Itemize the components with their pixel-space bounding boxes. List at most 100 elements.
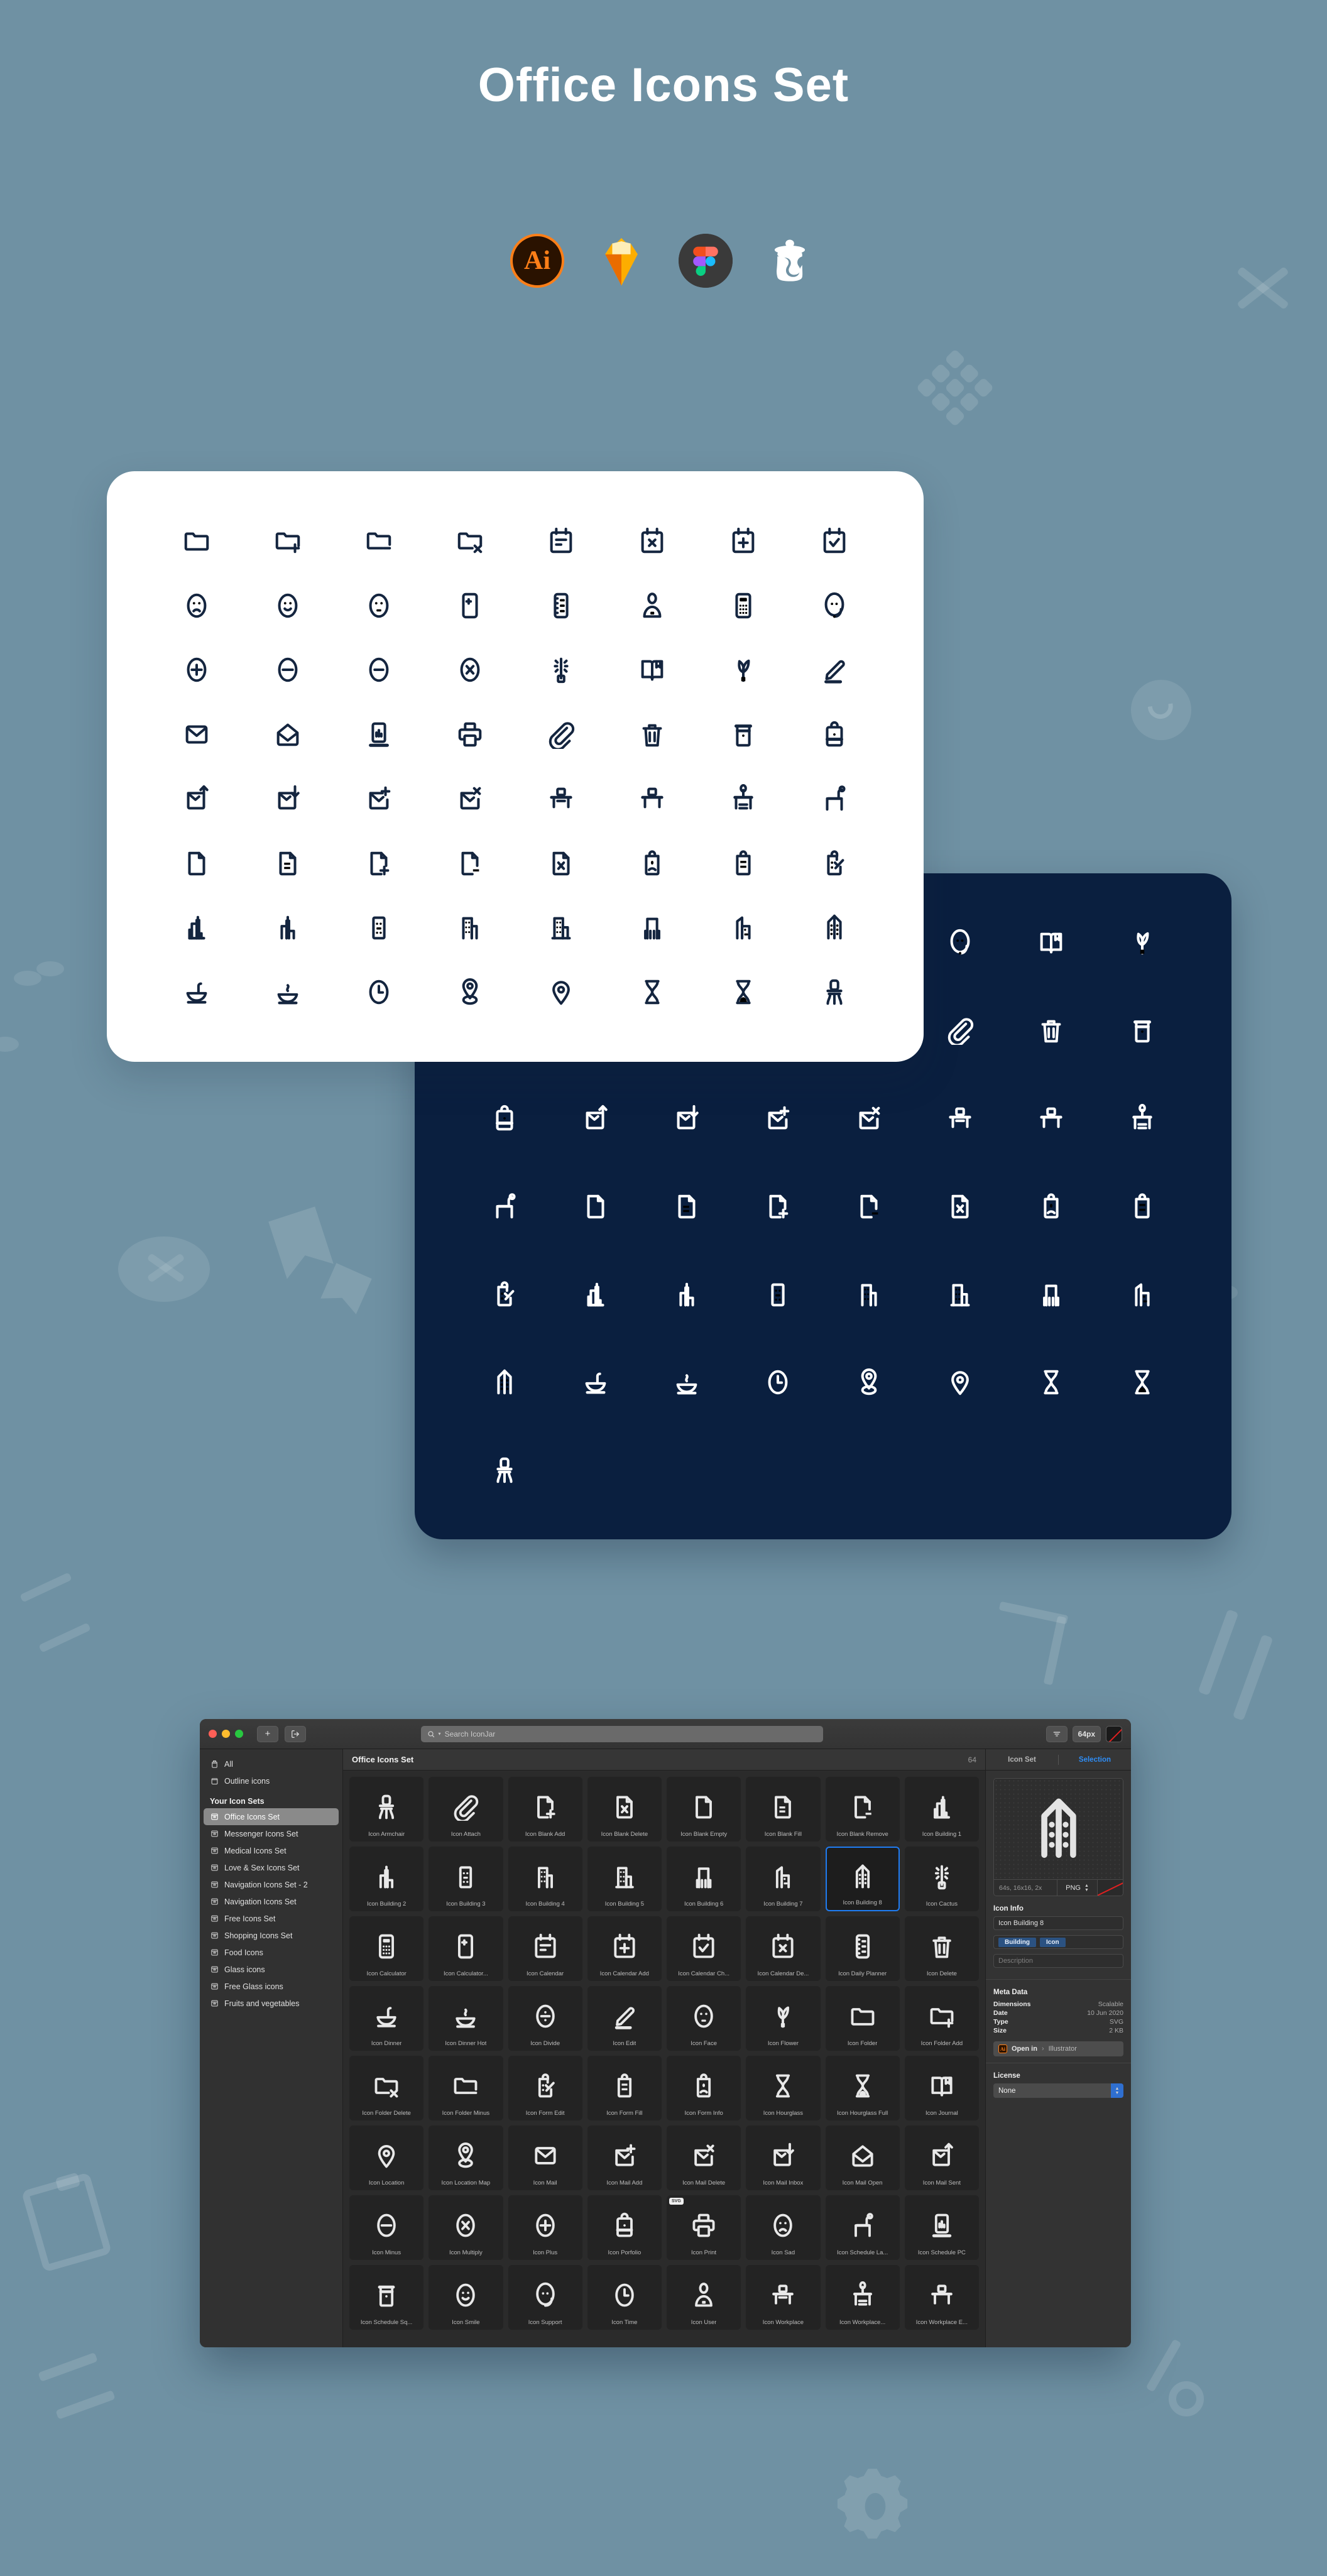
icon-cell[interactable]: Icon Form Fill [587, 2056, 662, 2120]
icon-cell[interactable]: Icon Delete [904, 1916, 979, 1981]
icon-cell[interactable]: Icon Mail Delete [667, 2126, 741, 2190]
sidebar-item-free-glass-icons[interactable]: Free Glass icons [204, 1978, 339, 1995]
icon-cell[interactable]: Icon Calendar De... [746, 1916, 821, 1981]
tab-icon-set[interactable]: Icon Set [986, 1756, 1058, 1764]
icon-cell[interactable]: Icon Smile [429, 2265, 503, 2330]
icon-cell[interactable]: Icon Building 3 [429, 1847, 503, 1911]
icon-cell[interactable]: Icon Folder [825, 1986, 900, 2051]
close-button[interactable] [209, 1730, 217, 1738]
export-icon[interactable] [285, 1725, 306, 1742]
icon-cell[interactable]: Icon User [667, 2265, 741, 2330]
icon-cell[interactable]: Icon Building 6 [667, 1847, 741, 1911]
icon-cell[interactable]: Icon Building 1 [904, 1777, 979, 1842]
icon-cell[interactable]: Icon Mail Open [825, 2126, 900, 2190]
icon-cell[interactable]: Icon Calculator... [429, 1916, 503, 1981]
icon-cell[interactable]: Icon Mail Sent [904, 2126, 979, 2190]
icon-cell[interactable]: Icon Schedule PC [904, 2195, 979, 2260]
icon-cell[interactable]: Icon Calendar [508, 1916, 582, 1981]
tab-selection[interactable]: Selection [1059, 1756, 1131, 1764]
icon-cell[interactable]: Icon Building 2 [349, 1847, 424, 1911]
sort-icon[interactable] [1046, 1725, 1068, 1742]
search-input[interactable]: ▾ Search IconJar [420, 1725, 823, 1742]
icon-cell[interactable]: Icon Folder Minus [429, 2056, 503, 2120]
icon-cell[interactable]: Icon Building 4 [508, 1847, 582, 1911]
icon-cell[interactable]: Icon Divide [508, 1986, 582, 2051]
icon-cell[interactable]: Icon Dinner [349, 1986, 424, 2051]
tag-icon[interactable]: Icon [1040, 1937, 1066, 1947]
preview-color-button[interactable] [1098, 1880, 1123, 1896]
icon-cell[interactable]: Icon Form Edit [508, 2056, 582, 2120]
add-button[interactable]: + [257, 1725, 278, 1742]
description-field[interactable]: Description [993, 1954, 1123, 1968]
icon-cell[interactable]: Icon Face [667, 1986, 741, 2051]
sidebar-item-medical-icons-set[interactable]: Medical Icons Set [204, 1842, 339, 1859]
license-select[interactable]: None ▲ ▼ [993, 2083, 1123, 2098]
icon-preview [452, 1992, 479, 2040]
sidebar-item-all[interactable]: All [204, 1755, 339, 1772]
icon-cell[interactable]: Icon Daily Planner [825, 1916, 900, 1981]
icon-cell[interactable]: Icon Hourglass [746, 2056, 821, 2120]
icon-cell[interactable]: Icon Blank Remove [825, 1777, 900, 1842]
icon-cell[interactable]: Icon Sad [746, 2195, 821, 2260]
icon-cell[interactable]: Icon Building 8 [825, 1847, 900, 1911]
icon-cell[interactable]: Icon Multiply [429, 2195, 503, 2260]
icon-cell[interactable]: Icon Building 7 [746, 1847, 821, 1911]
icon-cell[interactable]: Icon Form Info [667, 2056, 741, 2120]
tag-building[interactable]: Building [998, 1937, 1036, 1947]
sidebar-item-glass-icons[interactable]: Glass icons [204, 1961, 339, 1978]
icon-cell[interactable]: Icon Workplace... [825, 2265, 900, 2330]
icon-cell[interactable]: Icon Blank Delete [587, 1777, 662, 1842]
icon-cell[interactable]: Icon Dinner Hot [429, 1986, 503, 2051]
icon-cell[interactable]: Icon Time [587, 2265, 662, 2330]
icon-cell[interactable]: Icon Mail [508, 2126, 582, 2190]
icon-cell[interactable]: SVG Icon Print [667, 2195, 741, 2260]
color-swatch-button[interactable] [1106, 1725, 1122, 1742]
icon-cell[interactable]: Icon Mail Inbox [746, 2126, 821, 2190]
icon-cell[interactable]: Icon Journal [904, 2056, 979, 2120]
icon-cell[interactable]: Icon Workplace E... [904, 2265, 979, 2330]
icon-cell[interactable]: Icon Blank Empty [667, 1777, 741, 1842]
icon-cell[interactable]: Icon Porfolio [587, 2195, 662, 2260]
sidebar-item-office-icons-set[interactable]: Office Icons Set [204, 1808, 339, 1825]
icon-cell[interactable]: Icon Support [508, 2265, 582, 2330]
icon-cell[interactable]: Icon Building 5 [587, 1847, 662, 1911]
icon-cell[interactable]: Icon Cactus [904, 1847, 979, 1911]
icon-cell[interactable]: Icon Folder Add [904, 1986, 979, 2051]
icon-cell[interactable]: Icon Folder Delete [349, 2056, 424, 2120]
icon-cell[interactable]: Icon Hourglass Full [825, 2056, 900, 2120]
icon-size-button[interactable]: 64px [1072, 1725, 1101, 1742]
icon-cell[interactable]: Icon Mail Add [587, 2126, 662, 2190]
icon-cell[interactable]: Icon Blank Fill [746, 1777, 821, 1842]
open-in-button[interactable]: Ai Open in › Illustrator [993, 2041, 1123, 2056]
icon-cell[interactable]: Icon Blank Add [508, 1777, 582, 1842]
preview-format-select[interactable]: PNG ▲ ▼ [1057, 1880, 1098, 1896]
icon-name-field[interactable]: Icon Building 8 [993, 1916, 1123, 1930]
sidebar-item-free-icons-set[interactable]: Free Icons Set [204, 1910, 339, 1927]
icon-cell[interactable]: Icon Location Map [429, 2126, 503, 2190]
icon-cell[interactable]: Icon Edit [587, 1986, 662, 2051]
icon-cell[interactable]: Icon Calculator [349, 1916, 424, 1981]
icon-cell[interactable]: Icon Workplace [746, 2265, 821, 2330]
icon-cell[interactable]: Icon Calendar Ch... [667, 1916, 741, 1981]
preview-size-field[interactable]: 64s, 16x16, 2x [994, 1880, 1057, 1896]
icon-cell[interactable]: Icon Location [349, 2126, 424, 2190]
minimize-button[interactable] [222, 1730, 230, 1738]
icon-cell[interactable]: Icon Plus [508, 2195, 582, 2260]
sidebar-item-messenger-icons-set[interactable]: Messenger Icons Set [204, 1825, 339, 1842]
icon-cell[interactable]: Icon Schedule La... [825, 2195, 900, 2260]
maximize-button[interactable] [235, 1730, 243, 1738]
sidebar-item-shopping-icons-set[interactable]: Shopping Icons Set [204, 1927, 339, 1944]
icon-cell[interactable]: Icon Minus [349, 2195, 424, 2260]
icon-tags-field[interactable]: Building Icon [993, 1935, 1123, 1949]
sidebar-item-fruits-and-vegetables[interactable]: Fruits and vegetables [204, 1995, 339, 2012]
icon-cell[interactable]: Icon Armchair [349, 1777, 424, 1842]
sidebar-item-outline-icons[interactable]: Outline icons [204, 1772, 339, 1789]
sidebar-item-navigation-icons-set[interactable]: Navigation Icons Set [204, 1893, 339, 1910]
sidebar-item-love-sex-icons-set[interactable]: Love & Sex Icons Set [204, 1859, 339, 1876]
icon-cell[interactable]: Icon Calendar Add [587, 1916, 662, 1981]
icon-cell[interactable]: Icon Schedule Sq... [349, 2265, 424, 2330]
icon-cell[interactable]: Icon Flower [746, 1986, 821, 2051]
sidebar-item-navigation-icons-set-2[interactable]: Navigation Icons Set - 2 [204, 1876, 339, 1893]
icon-cell[interactable]: Icon Attach [429, 1777, 503, 1842]
sidebar-item-food-icons[interactable]: Food Icons [204, 1944, 339, 1961]
